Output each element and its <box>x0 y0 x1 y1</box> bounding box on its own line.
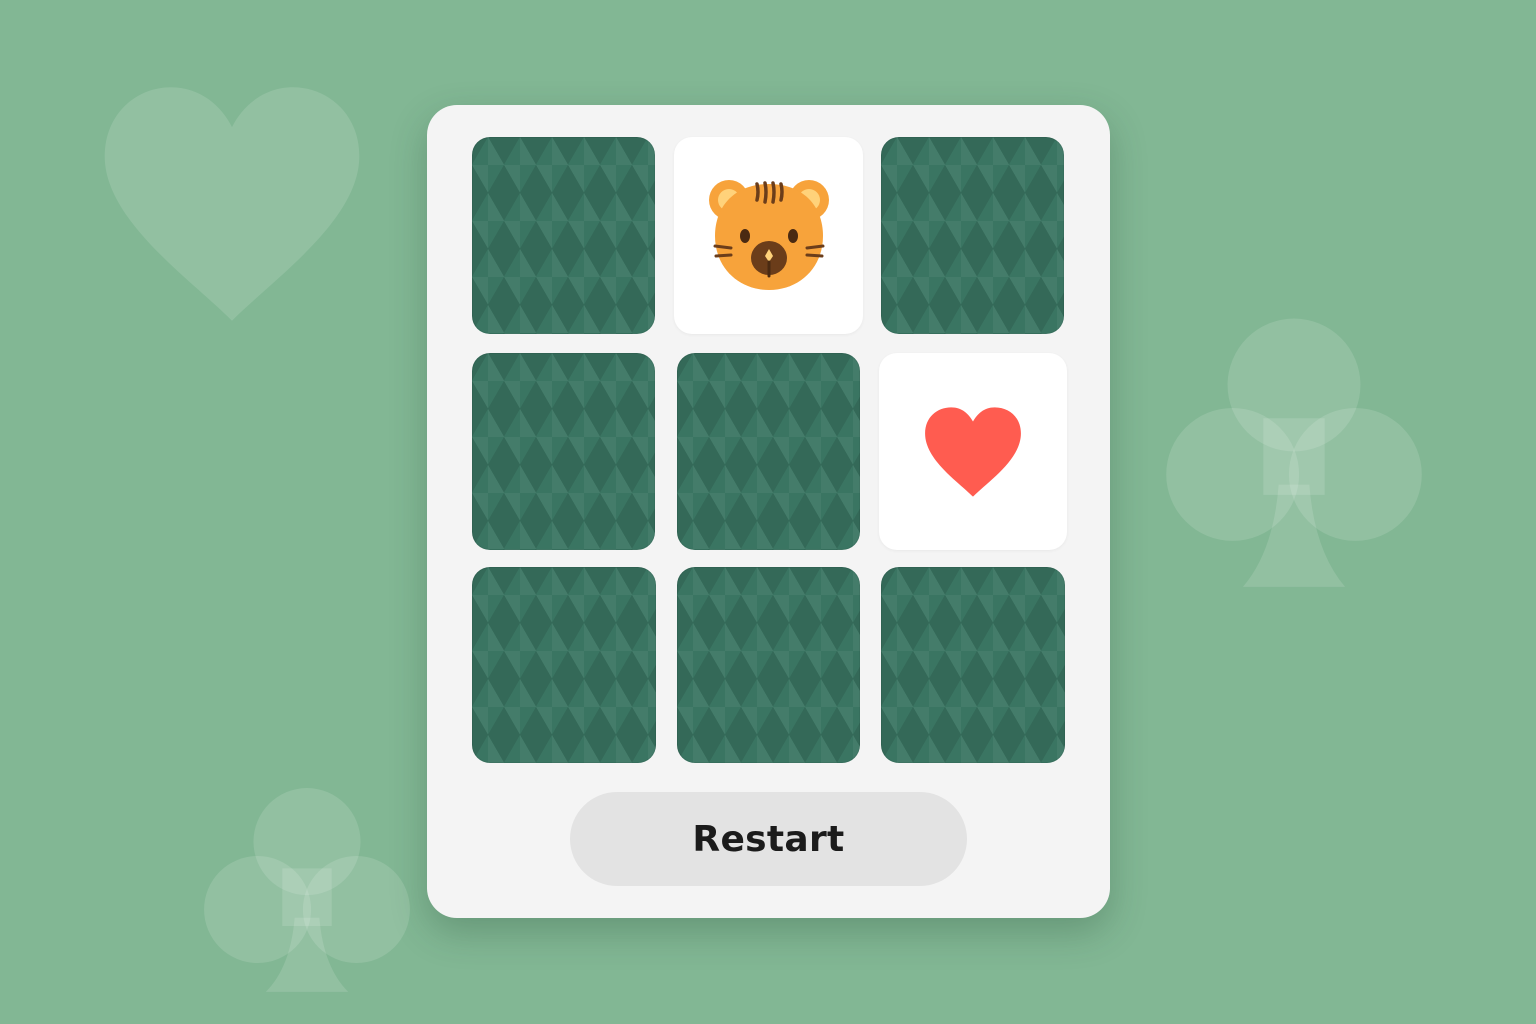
restart-button[interactable]: Restart <box>570 792 967 886</box>
card-8-face-down[interactable] <box>677 567 860 763</box>
background-club-icon <box>1166 318 1422 587</box>
tiger-face-icon <box>708 179 829 290</box>
card-3-face-down[interactable] <box>881 137 1064 334</box>
card-1-face-down[interactable] <box>472 137 655 334</box>
background-heart-icon <box>104 87 360 321</box>
card-7-face-down[interactable] <box>472 567 656 763</box>
card-4-face-down[interactable] <box>472 353 655 550</box>
card-2-tiger[interactable] <box>674 137 863 334</box>
card-5-face-down[interactable] <box>677 353 860 550</box>
card-9-face-down[interactable] <box>881 567 1065 763</box>
card-6-heart[interactable] <box>879 353 1067 550</box>
heart-icon <box>925 406 1021 497</box>
background-club-icon <box>204 788 410 992</box>
